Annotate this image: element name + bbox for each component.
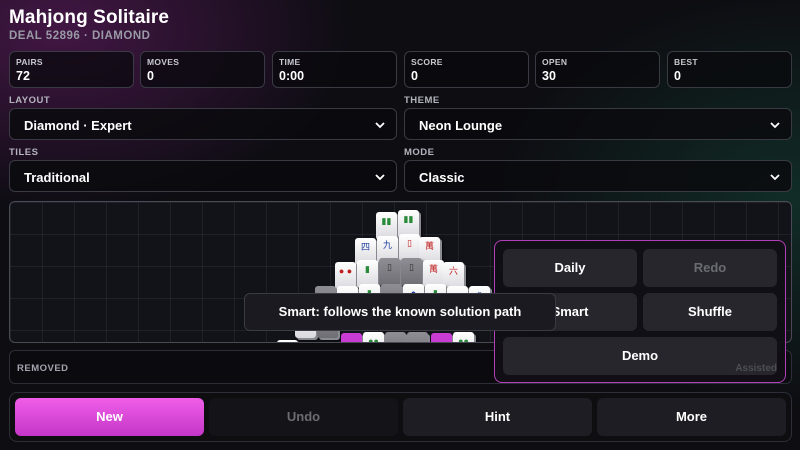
stat-time: TIME 0:00 [272,51,397,88]
tile-glyph: 萬 [424,241,434,251]
hint-button[interactable]: Hint [403,398,592,436]
tile-glyph: 九 [382,240,392,250]
stat-label: OPEN [542,57,568,67]
mode-select[interactable]: Classic [404,160,792,192]
mahjong-tile[interactable]: ●● [453,332,474,342]
stat-value: 0 [147,69,154,83]
layout-select[interactable]: Diamond · Expert [9,108,397,140]
theme-value: Neon Lounge [419,118,503,133]
stat-label: PAIRS [16,57,43,67]
stat-value: 0 [674,69,681,83]
chevron-down-icon [375,122,385,129]
mahjong-tile[interactable] [277,340,298,342]
mode-label: MODE [404,147,435,158]
stat-value: 0 [411,69,418,83]
mahjong-tile[interactable]: ●● [363,332,384,342]
stat-open: OPEN 30 [535,51,660,88]
mahjong-tile: ▯ [379,258,400,286]
chevron-down-icon [770,174,780,181]
layout-value: Diamond · Expert [24,118,132,133]
stat-pairs: PAIRS 72 [9,51,134,88]
chevron-down-icon [770,122,780,129]
tiles-value: Traditional [24,170,90,185]
stat-label: SCORE [411,57,443,67]
more-button[interactable]: More [597,398,786,436]
redo-button[interactable]: Redo [643,249,777,287]
game-title: Mahjong Solitaire [9,7,170,28]
stat-best: BEST 0 [667,51,792,88]
tile-glyph: 萬 [428,264,438,274]
mahjong-tile [385,332,406,342]
mahjong-tile[interactable] [431,333,452,342]
chevron-down-icon [375,174,385,181]
mahjong-tile[interactable] [341,333,362,342]
mahjong-tile: ▯ [401,258,422,286]
mode-value: Classic [419,170,465,185]
stat-label: MOVES [147,57,180,67]
stat-moves: MOVES 0 [140,51,265,88]
assisted-label: Assisted [735,363,777,374]
stat-value: 30 [542,69,556,83]
bottom-toolbar: New Undo Hint More [9,392,792,442]
theme-select[interactable]: Neon Lounge [404,108,792,140]
deal-subtitle: DEAL 52896 · DIAMOND [9,30,151,42]
stat-score: SCORE 0 [404,51,529,88]
stat-label: BEST [674,57,698,67]
tiles-select[interactable]: Traditional [9,160,397,192]
mahjong-tile [407,332,428,342]
stat-label: TIME [279,57,301,67]
stat-value: 0:00 [279,69,305,83]
undo-button[interactable]: Undo [209,398,398,436]
tile-glyph: 四 [360,242,370,252]
stat-value: 72 [16,69,30,83]
tiles-label: TILES [9,147,39,158]
shuffle-button[interactable]: Shuffle [643,293,777,331]
theme-label: THEME [404,95,440,106]
layout-label: LAYOUT [9,95,51,106]
new-game-button[interactable]: New [15,398,204,436]
smart-tooltip: Smart: follows the known solution path [244,293,556,331]
daily-button[interactable]: Daily [503,249,637,287]
removed-label: REMOVED [17,363,69,374]
